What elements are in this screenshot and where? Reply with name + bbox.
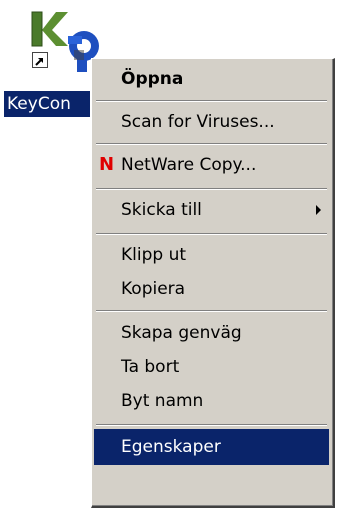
netware-n-icon: N <box>99 154 115 175</box>
menu-item-label: Klipp ut <box>121 245 187 265</box>
menu-item-label: Skapa genväg <box>121 323 242 343</box>
menu-separator <box>96 233 327 235</box>
submenu-arrow-icon <box>316 205 321 215</box>
menu-separator <box>96 100 327 102</box>
menu-item-kopiera[interactable]: Kopiera <box>94 271 329 307</box>
menu-item-ta-bort[interactable]: Ta bort <box>94 349 329 385</box>
menu-separator <box>96 310 327 312</box>
menu-item-skicka-till[interactable]: Skicka till <box>94 192 329 228</box>
menu-item-scan-for-viruses[interactable]: Scan for Viruses... <box>94 104 329 140</box>
menu-item-label: Ta bort <box>121 357 180 377</box>
menu-item-label: Skicka till <box>121 200 202 220</box>
menu-separator <box>96 188 327 190</box>
menu-item-netware-copy[interactable]: N NetWare Copy... <box>94 147 329 183</box>
menu-item-label: NetWare Copy... <box>121 155 257 175</box>
menu-item-byt-namn[interactable]: Byt namn <box>94 383 329 419</box>
menu-item-label: Egenskaper <box>121 437 221 457</box>
shortcut-arrow-icon <box>32 52 48 68</box>
menu-separator <box>96 424 327 426</box>
menu-item-oppna[interactable]: Öppna <box>94 61 329 97</box>
menu-item-label: Scan for Viruses... <box>121 112 275 132</box>
menu-item-skapa-genvag[interactable]: Skapa genväg <box>94 315 329 351</box>
menu-separator <box>96 143 327 145</box>
menu-item-label: Kopiera <box>121 279 186 299</box>
menu-item-label: Byt namn <box>121 391 204 411</box>
shortcut-label: KeyCon <box>4 91 90 117</box>
menu-item-klipp-ut[interactable]: Klipp ut <box>94 237 329 273</box>
menu-item-egenskaper[interactable]: Egenskaper <box>94 429 329 465</box>
desktop-shortcut[interactable]: KeyCon <box>0 0 100 120</box>
context-menu: Öppna Scan for Viruses... N NetWare Copy… <box>91 58 335 508</box>
menu-item-label: Öppna <box>121 69 184 89</box>
